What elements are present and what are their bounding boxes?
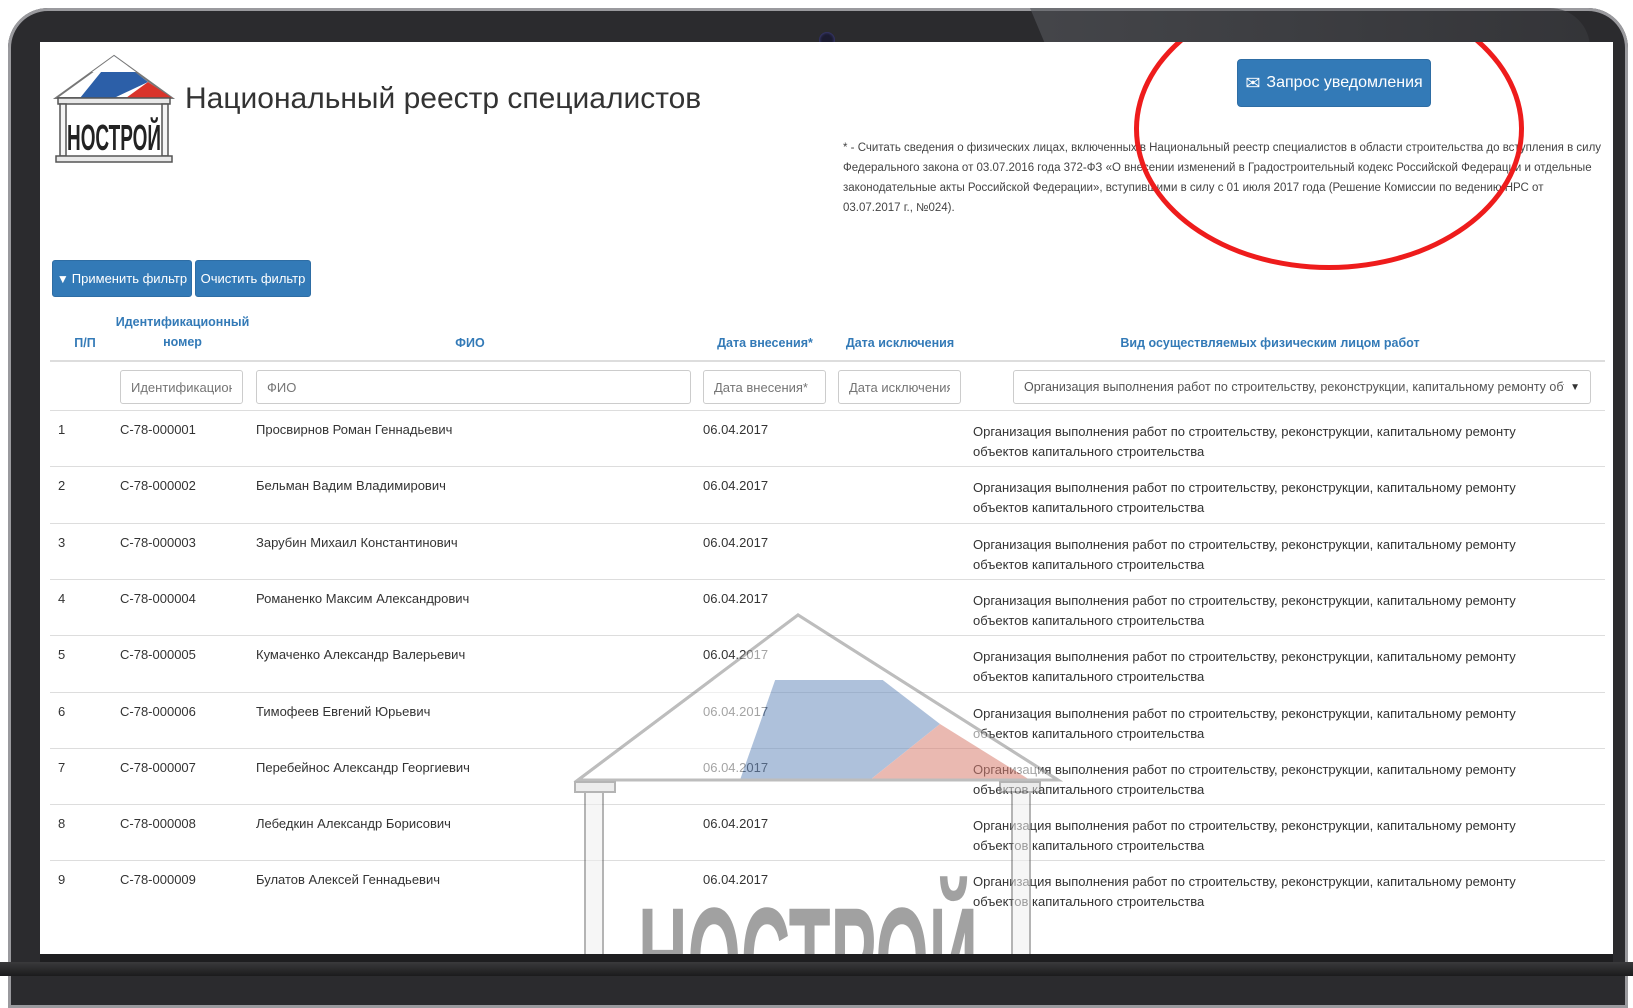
row-id: С-78-000003 <box>120 534 196 550</box>
row-divider <box>50 860 1605 862</box>
row-work-type: Организация выполнения работ по строител… <box>973 705 1516 741</box>
col-header-date-in[interactable]: Дата внесения* <box>710 333 820 353</box>
filter-icon: ▼ <box>56 271 69 286</box>
row-date-in: 06.04.2017 <box>703 703 769 719</box>
row-divider <box>50 691 1605 693</box>
row-date-in: 06.04.2017 <box>703 816 769 832</box>
col-header-fio[interactable]: ФИО <box>420 333 520 353</box>
row-number: 8 <box>58 816 66 832</box>
row-fio: Романенко Максим Александрович <box>256 590 470 606</box>
row-id: С-78-000005 <box>120 647 196 663</box>
row-number: 7 <box>58 759 66 775</box>
row-work-type: Организация выполнения работ по строител… <box>973 818 1516 854</box>
row-number: 2 <box>58 478 66 494</box>
row-work-type: Организация выполнения работ по строител… <box>973 649 1516 685</box>
date-in-filter-input[interactable] <box>703 370 826 404</box>
row-work-type: Организация выполнения работ по строител… <box>973 592 1516 628</box>
row-date-in: 06.04.2017 <box>703 647 769 663</box>
row-id: С-78-000002 <box>120 478 196 494</box>
row-date-in: 06.04.2017 <box>703 534 769 550</box>
row-id: С-78-000008 <box>120 816 196 832</box>
row-date-in: 06.04.2017 <box>703 759 769 775</box>
row-number: 3 <box>58 534 66 550</box>
registry-footnote: * - Считать сведения о физических лицах,… <box>843 142 1602 214</box>
row-divider <box>50 747 1605 749</box>
row-divider <box>50 804 1605 806</box>
work-type-select[interactable]: Организация выполнения работ по строител… <box>1013 370 1591 404</box>
row-fio: Булатов Алексей Геннадьевич <box>256 872 440 888</box>
row-id: С-78-000007 <box>120 759 196 775</box>
row-fio: Тимофеев Евгений Юрьевич <box>256 703 431 719</box>
fio-filter-input[interactable] <box>256 370 691 404</box>
laptop-base <box>0 962 1633 976</box>
watermark-text: НОСТРОЙ <box>638 875 978 954</box>
apply-filter-label: Применить фильтр <box>71 271 188 286</box>
row-fio: Кумаченко Александр Валерьевич <box>256 647 466 663</box>
apply-filter-button[interactable]: ▼ Применить фильтр <box>52 260 192 297</box>
row-id: С-78-000004 <box>120 590 196 606</box>
row-fio: Бельман Вадим Владимирович <box>256 478 446 494</box>
col-header-date-out[interactable]: Дата исключения <box>840 333 960 353</box>
row-date-in: 06.04.2017 <box>703 872 769 888</box>
col-header-work-type: Вид осуществляемых физическим лицом рабо… <box>1120 336 1420 350</box>
envelope-icon: ✉ <box>1245 72 1261 93</box>
clear-filter-button[interactable]: Очистить фильтр <box>195 260 311 297</box>
row-date-in: 06.04.2017 <box>703 478 769 494</box>
row-id: С-78-000009 <box>120 872 196 888</box>
row-divider <box>50 578 1605 580</box>
row-work-type: Организация выполнения работ по строител… <box>973 424 1516 459</box>
row-number: 1 <box>58 422 66 437</box>
row-divider <box>50 466 1605 468</box>
browser-screen: НОСТРОЙ Национальный реестр специалистов… <box>40 42 1613 954</box>
row-work-type: Организация выполнения работ по строител… <box>973 480 1516 516</box>
row-date-in: 06.04.2017 <box>703 590 769 606</box>
date-out-filter-input[interactable] <box>838 370 961 404</box>
row-work-type: Организация выполнения работ по строител… <box>973 874 1516 910</box>
row-id: С-78-000001 <box>120 422 196 437</box>
row-fio: Перебейнос Александр Георгиевич <box>256 759 470 775</box>
col-header-num: П/П <box>74 336 96 350</box>
notification-request-button[interactable]: ✉ Запрос уведомления <box>1237 59 1431 107</box>
row-divider <box>50 635 1605 637</box>
row-number: 9 <box>58 872 66 888</box>
col-header-id-line2: номер <box>163 335 202 349</box>
col-header-id: Идентификационный номер <box>115 312 250 352</box>
row-fio: Просвирнов Роман Геннадьевич <box>256 422 453 437</box>
row-divider <box>50 522 1605 524</box>
nostroy-logo: НОСТРОЙ <box>52 54 176 163</box>
row-number: 6 <box>58 703 66 719</box>
col-header-id-line1: Идентификационный <box>115 315 250 329</box>
work-type-selected-value: Организация выполнения работ по строител… <box>1024 380 1564 394</box>
row-work-type: Организация выполнения работ по строител… <box>973 536 1516 572</box>
row-fio: Лебедкин Александр Борисович <box>256 816 451 832</box>
row-divider <box>50 410 1605 411</box>
id-filter-input[interactable] <box>120 370 243 404</box>
notification-request-label: Запрос уведомления <box>1266 74 1423 91</box>
row-id: С-78-000006 <box>120 703 196 719</box>
row-number: 4 <box>58 590 66 606</box>
row-number: 5 <box>58 647 66 663</box>
chevron-down-icon: ▼ <box>1570 381 1580 393</box>
row-fio: Зарубин Михаил Константинович <box>256 534 458 550</box>
row-work-type: Организация выполнения работ по строител… <box>973 761 1516 797</box>
page-title: Национальный реестр специалистов <box>185 82 702 115</box>
header-divider <box>50 360 1605 362</box>
clear-filter-label: Очистить фильтр <box>200 271 306 286</box>
logo-text: НОСТРОЙ <box>67 116 161 158</box>
row-date-in: 06.04.2017 <box>703 422 769 437</box>
